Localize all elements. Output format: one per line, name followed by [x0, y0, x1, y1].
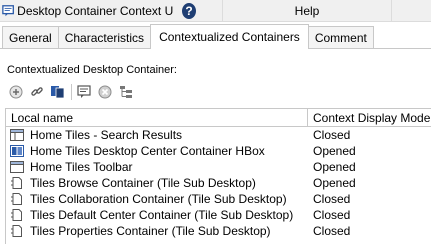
- containers-table: Local name Context Display Mode Home Til…: [5, 108, 431, 244]
- window-icon: [10, 129, 24, 141]
- title-bar: Desktop Container Context Univ... ? Help: [0, 0, 431, 22]
- table-row[interactable]: Home Tiles - Search Results Closed: [6, 127, 431, 143]
- window-icon: [10, 161, 24, 173]
- tree-icon[interactable]: [118, 84, 134, 100]
- column-header-context-display-mode[interactable]: Context Display Mode: [308, 109, 431, 126]
- tab-general[interactable]: General: [2, 26, 59, 48]
- cell-local-name: Tiles Properties Container (Tile Sub Des…: [6, 223, 308, 239]
- table-header: Local name Context Display Mode: [6, 109, 431, 127]
- app-icon: [2, 4, 14, 16]
- cell-context-display-mode: Closed: [313, 224, 351, 238]
- add-icon[interactable]: [8, 84, 24, 100]
- toolbar-separator: [71, 84, 72, 100]
- table-row[interactable]: Tiles Collaboration Container (Tile Sub …: [6, 191, 431, 207]
- document-icon: [11, 177, 22, 189]
- table-row[interactable]: Home Tiles Desktop Center Container HBox…: [6, 143, 431, 159]
- cell-context-display-mode: Opened: [313, 160, 356, 174]
- tab-comment[interactable]: Comment: [307, 26, 374, 48]
- tab-strip: General Characteristics Contextualized C…: [0, 24, 431, 49]
- cell-context-display-mode: Closed: [313, 192, 351, 206]
- hbox-icon: [10, 145, 24, 157]
- document-icon: [11, 209, 22, 221]
- comment-icon[interactable]: [76, 84, 92, 100]
- cell-context-display-mode: Opened: [313, 144, 356, 158]
- cell-local-name: Tiles Default Center Container (Tile Sub…: [6, 207, 308, 223]
- title-area: Desktop Container Context Univ... ?: [0, 0, 196, 22]
- remove-icon[interactable]: [97, 84, 113, 100]
- link-icon[interactable]: [29, 84, 45, 100]
- cell-local-name: Home Tiles Toolbar: [6, 159, 308, 175]
- cell-context-display-mode: Opened: [313, 176, 356, 190]
- document-icon: [11, 225, 22, 237]
- tab-characteristics[interactable]: Characteristics: [57, 26, 152, 48]
- section-label: Contextualized Desktop Container:: [7, 64, 177, 76]
- cell-local-name: Tiles Browse Container (Tile Sub Desktop…: [6, 175, 308, 191]
- help-menu[interactable]: Help: [222, 0, 392, 22]
- column-header-local-name[interactable]: Local name: [6, 109, 308, 126]
- table-row[interactable]: Tiles Properties Container (Tile Sub Des…: [6, 223, 431, 239]
- cell-context-display-mode: Closed: [313, 128, 351, 142]
- table-row[interactable]: Home Tiles Toolbar Opened: [6, 159, 431, 175]
- cell-local-name: Tiles Collaboration Container (Tile Sub …: [6, 191, 308, 207]
- document-icon: [11, 193, 22, 205]
- table-row[interactable]: Tiles Default Center Container (Tile Sub…: [6, 207, 431, 223]
- table-row[interactable]: Tiles Browse Container (Tile Sub Desktop…: [6, 175, 431, 191]
- window-title: Desktop Container Context Univ...: [17, 3, 174, 18]
- cell-context-display-mode: Closed: [313, 208, 351, 222]
- toolbar: [8, 83, 139, 101]
- cell-local-name: Home Tiles Desktop Center Container HBox: [6, 143, 308, 159]
- tab-contextualized-containers[interactable]: Contextualized Containers: [150, 24, 309, 49]
- copy-icon[interactable]: [50, 84, 66, 100]
- help-icon[interactable]: ?: [182, 2, 196, 19]
- cell-local-name: Home Tiles - Search Results: [6, 127, 308, 143]
